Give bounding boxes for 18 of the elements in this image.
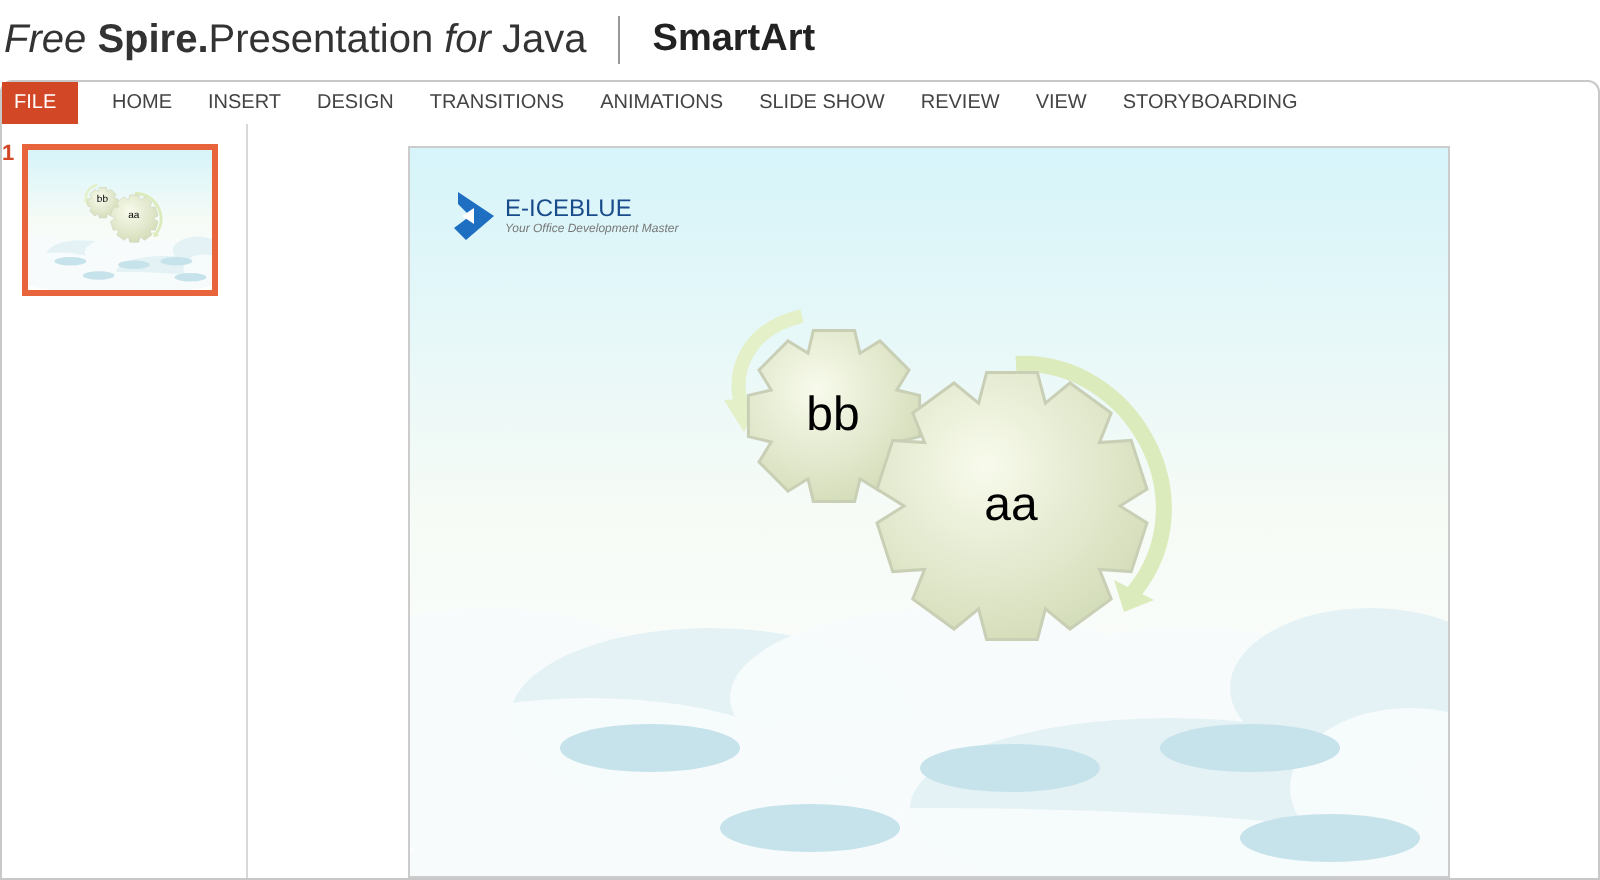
ribbon-tab[interactable]: SLIDE SHOW [741,82,903,124]
ribbon-tab[interactable]: ANIMATIONS [582,82,742,124]
logo-icon [449,188,497,244]
ribbon-tab[interactable]: HOME [94,82,190,124]
ribbon-tab[interactable]: VIEW [1017,82,1105,124]
ribbon-tab[interactable]: STORYBOARDING [1104,82,1316,124]
ribbon-tab[interactable]: FILE [2,82,78,124]
gear-label: bb [806,392,860,440]
slide-number: 1 [2,144,17,166]
ribbon-tab[interactable]: DESIGN [299,82,412,124]
gear-label: aa [984,482,1038,530]
logo-name: E-ICEBLUE [505,193,634,223]
product-title: Free Spire.Presentation for Java [4,16,587,66]
ribbon-tab[interactable]: INSERT [190,82,299,124]
ribbon-tab[interactable]: REVIEW [902,82,1018,124]
curved-arrow-icon [723,309,803,432]
page-title: SmartArt [652,15,816,64]
ribbon-tab[interactable]: TRANSITIONS [411,82,583,124]
